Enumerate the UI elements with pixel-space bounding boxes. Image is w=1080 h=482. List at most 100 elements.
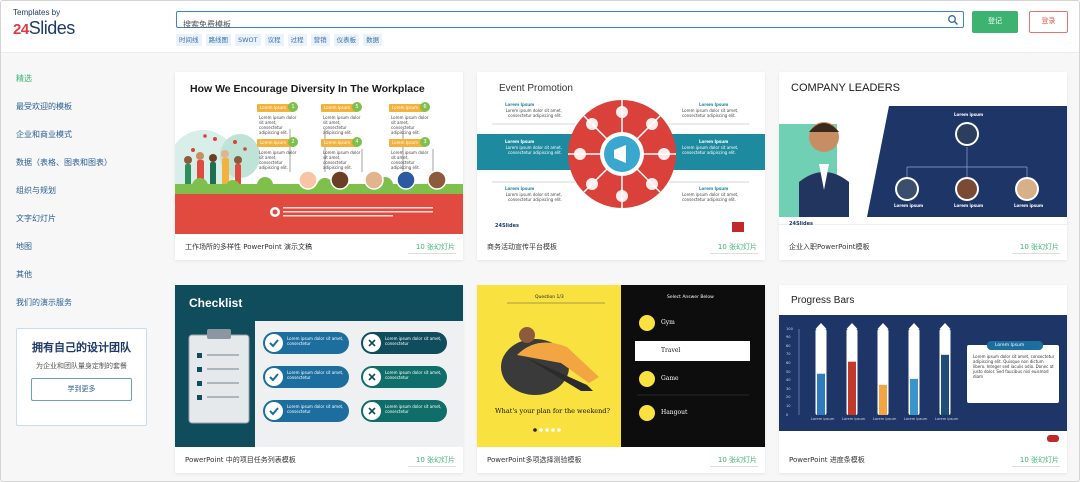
bar-caption: Lorem ipsum — [935, 417, 959, 421]
sidebar-item-other[interactable]: 其他 — [16, 267, 156, 295]
body-text: Lorem ipsum dolor sit amet, consectetur … — [259, 115, 297, 135]
search-input[interactable] — [177, 17, 937, 32]
answer-hangout: Hangout — [661, 409, 688, 416]
y-tick-label: 30 — [786, 386, 791, 391]
tag-process[interactable]: 过程 — [287, 34, 307, 46]
y-tick-label: 100 — [786, 326, 793, 331]
sidebar-item-maps[interactable]: 地图 — [16, 239, 156, 267]
card-caption[interactable]: PowerPoint 进度条模板 — [789, 455, 865, 465]
bar-value-label: 42% — [909, 370, 918, 376]
item-body: Lorem ipsum dolor sit amet, consectetur … — [682, 192, 739, 202]
card-thumbnail[interactable]: Checklist Lorem ipsum dolor sit amet, co… — [175, 285, 463, 447]
slide-count: 10 张幻灯片 — [1019, 243, 1059, 251]
template-card-company-leaders[interactable]: COMPANY LEADERS Lorem ipsum Lorem ipsum … — [779, 72, 1067, 260]
bar-value-label: 35% — [878, 376, 887, 382]
card-caption[interactable]: PowerPoint多项选择测验模板 — [487, 455, 582, 465]
learn-more-button[interactable]: 学到更多 — [31, 378, 132, 401]
bar-caption: Lorem ipsum — [811, 417, 835, 421]
bar-caption: Lorem ipsum — [904, 417, 928, 421]
item-label: Lorem Ipsum — [505, 186, 535, 191]
answers-header: Select Answer Below — [667, 295, 714, 300]
page-frame: Templates by 24Slides 时间线 路线图 SWOT 议程 过程… — [0, 0, 1080, 482]
y-tick-label: 60 — [786, 360, 791, 365]
bar-caption: Lorem ipsum — [842, 417, 866, 421]
logo[interactable]: Templates by 24Slides — [13, 8, 93, 44]
y-tick-label: 70 — [786, 352, 791, 357]
divider — [710, 466, 758, 467]
bar-value-label: 70% — [940, 346, 949, 352]
tag-dashboard[interactable]: 仪表板 — [333, 34, 360, 46]
sidebar-item-organization[interactable]: 组织与规划 — [16, 183, 156, 211]
card-thumbnail[interactable]: COMPANY LEADERS Lorem ipsum Lorem ipsum … — [779, 72, 1067, 234]
divider — [1012, 466, 1060, 467]
sidebar-item-text-slides[interactable]: 文字幻灯片 — [16, 211, 156, 239]
search-box[interactable] — [176, 11, 964, 32]
tag-agenda[interactable]: 议程 — [264, 34, 284, 46]
template-card-progress-bars[interactable]: Progress Bars Lorem Ipsum Lorem ipsum do… — [779, 285, 1067, 473]
bar-value-label: 48% — [816, 365, 825, 371]
step-number: 6 — [420, 102, 430, 112]
search-icon[interactable] — [947, 14, 959, 26]
body-text: Lorem ipsum dolor sit amet, consectetur … — [391, 115, 429, 135]
body-text: Lorem ipsum dolor sit amet, consectetur … — [391, 150, 429, 170]
body-text: Lorem ipsum dolor sit amet, consectetur … — [323, 115, 361, 135]
answer-gym: Gym — [661, 319, 675, 326]
card-thumbnail[interactable]: Question 1/3 What's your plan for the we… — [477, 285, 765, 447]
card-caption[interactable]: 企业入职PowerPoint模板 — [789, 242, 870, 252]
card-caption[interactable]: PowerPoint 中的项目任务列表模板 — [185, 455, 296, 465]
register-button[interactable]: 登记 — [972, 11, 1018, 33]
promo-subtitle: 为企业和团队量身定制的套餐 — [36, 362, 127, 370]
sidebar-item-featured[interactable]: 精选 — [16, 71, 156, 99]
tag-marketing[interactable]: 营销 — [310, 34, 330, 46]
leader-label: Lorem ipsum — [1014, 203, 1044, 208]
slide-count: 10 张幻灯片 — [1019, 456, 1059, 464]
item-body: Lorem ipsum dolor sit amet, consectetur … — [505, 145, 562, 155]
category-sidebar: 精选 最受欢迎的模板 企业和商业模式 数据（表格、图表和图表） 组织与规划 文字… — [16, 71, 156, 323]
box-title: Lorem Ipsum — [995, 343, 1025, 348]
quiz-graphic — [501, 285, 765, 447]
label-text: Lorem Ipsum — [392, 140, 419, 145]
tag-data[interactable]: 数据 — [363, 34, 383, 46]
bar-value-label: 62% — [847, 353, 856, 359]
sidebar-item-data[interactable]: 数据（表格、图表和图表） — [16, 155, 156, 183]
logo-wordmark: 24Slides — [13, 18, 93, 39]
y-tick-label: 80 — [786, 343, 791, 348]
item-label: Lorem Ipsum — [699, 102, 729, 107]
design-team-promo: 拥有自己的设计团队 为企业和团队量身定制的套餐 学到更多 — [16, 328, 147, 426]
slide-count: 10 张幻灯片 — [415, 456, 455, 464]
item-text: Lorem ipsum dolor sit amet, consectetur — [287, 336, 344, 346]
y-tick-label: 50 — [786, 369, 791, 374]
y-tick-label: 0 — [786, 412, 789, 417]
sidebar-item-popular[interactable]: 最受欢迎的模板 — [16, 99, 156, 127]
template-card-quiz[interactable]: Question 1/3 What's your plan for the we… — [477, 285, 765, 473]
card-thumbnail[interactable]: Progress Bars Lorem Ipsum Lorem ipsum do… — [779, 285, 1067, 447]
tag-timeline[interactable]: 时间线 — [176, 34, 202, 46]
login-button[interactable]: 登录 — [1029, 11, 1068, 33]
y-tick-label: 20 — [786, 395, 791, 400]
question-counter: Question 1/3 — [535, 295, 564, 300]
label-text: Lorem Ipsum — [324, 140, 351, 145]
sidebar-item-business[interactable]: 企业和商业模式 — [16, 127, 156, 155]
promo-title: 拥有自己的设计团队 — [32, 341, 131, 354]
template-card-checklist[interactable]: Checklist Lorem ipsum dolor sit amet, co… — [175, 285, 463, 473]
leader-label: Lorem ipsum — [954, 203, 984, 208]
card-thumbnail[interactable]: Event Promotion Lorem Ipsum Lorem ipsum … — [477, 72, 765, 234]
y-tick-label: 40 — [786, 378, 791, 383]
body-text: Lorem ipsum dolor sit amet, consectetur … — [259, 150, 297, 170]
bar-fill — [879, 384, 887, 415]
sidebar-item-services[interactable]: 我们的演示服务 — [16, 295, 156, 323]
label-text: Lorem Ipsum — [260, 105, 287, 110]
step-number: 1 — [288, 102, 298, 112]
divider — [408, 466, 456, 467]
item-text: Lorem ipsum dolor sit amet, consectetur — [385, 370, 442, 380]
template-card-diversity[interactable]: How We Encourage Diversity In The Workpl… — [175, 72, 463, 260]
item-text: Lorem ipsum dolor sit amet, consectetur — [287, 370, 344, 380]
logo-text: Slides — [28, 18, 76, 38]
tag-roadmap[interactable]: 路线图 — [205, 34, 231, 46]
tag-swot[interactable]: SWOT — [235, 34, 261, 46]
template-card-event-promotion[interactable]: Event Promotion Lorem Ipsum Lorem ipsum … — [477, 72, 765, 260]
card-caption[interactable]: 商务活动宣传平台模板 — [487, 242, 557, 252]
item-body: Lorem ipsum dolor sit amet, consectetur … — [682, 145, 739, 155]
card-caption[interactable]: 工作场所的多样性 PowerPoint 演示文稿 — [185, 242, 312, 252]
card-thumbnail[interactable]: How We Encourage Diversity In The Workpl… — [175, 72, 463, 234]
